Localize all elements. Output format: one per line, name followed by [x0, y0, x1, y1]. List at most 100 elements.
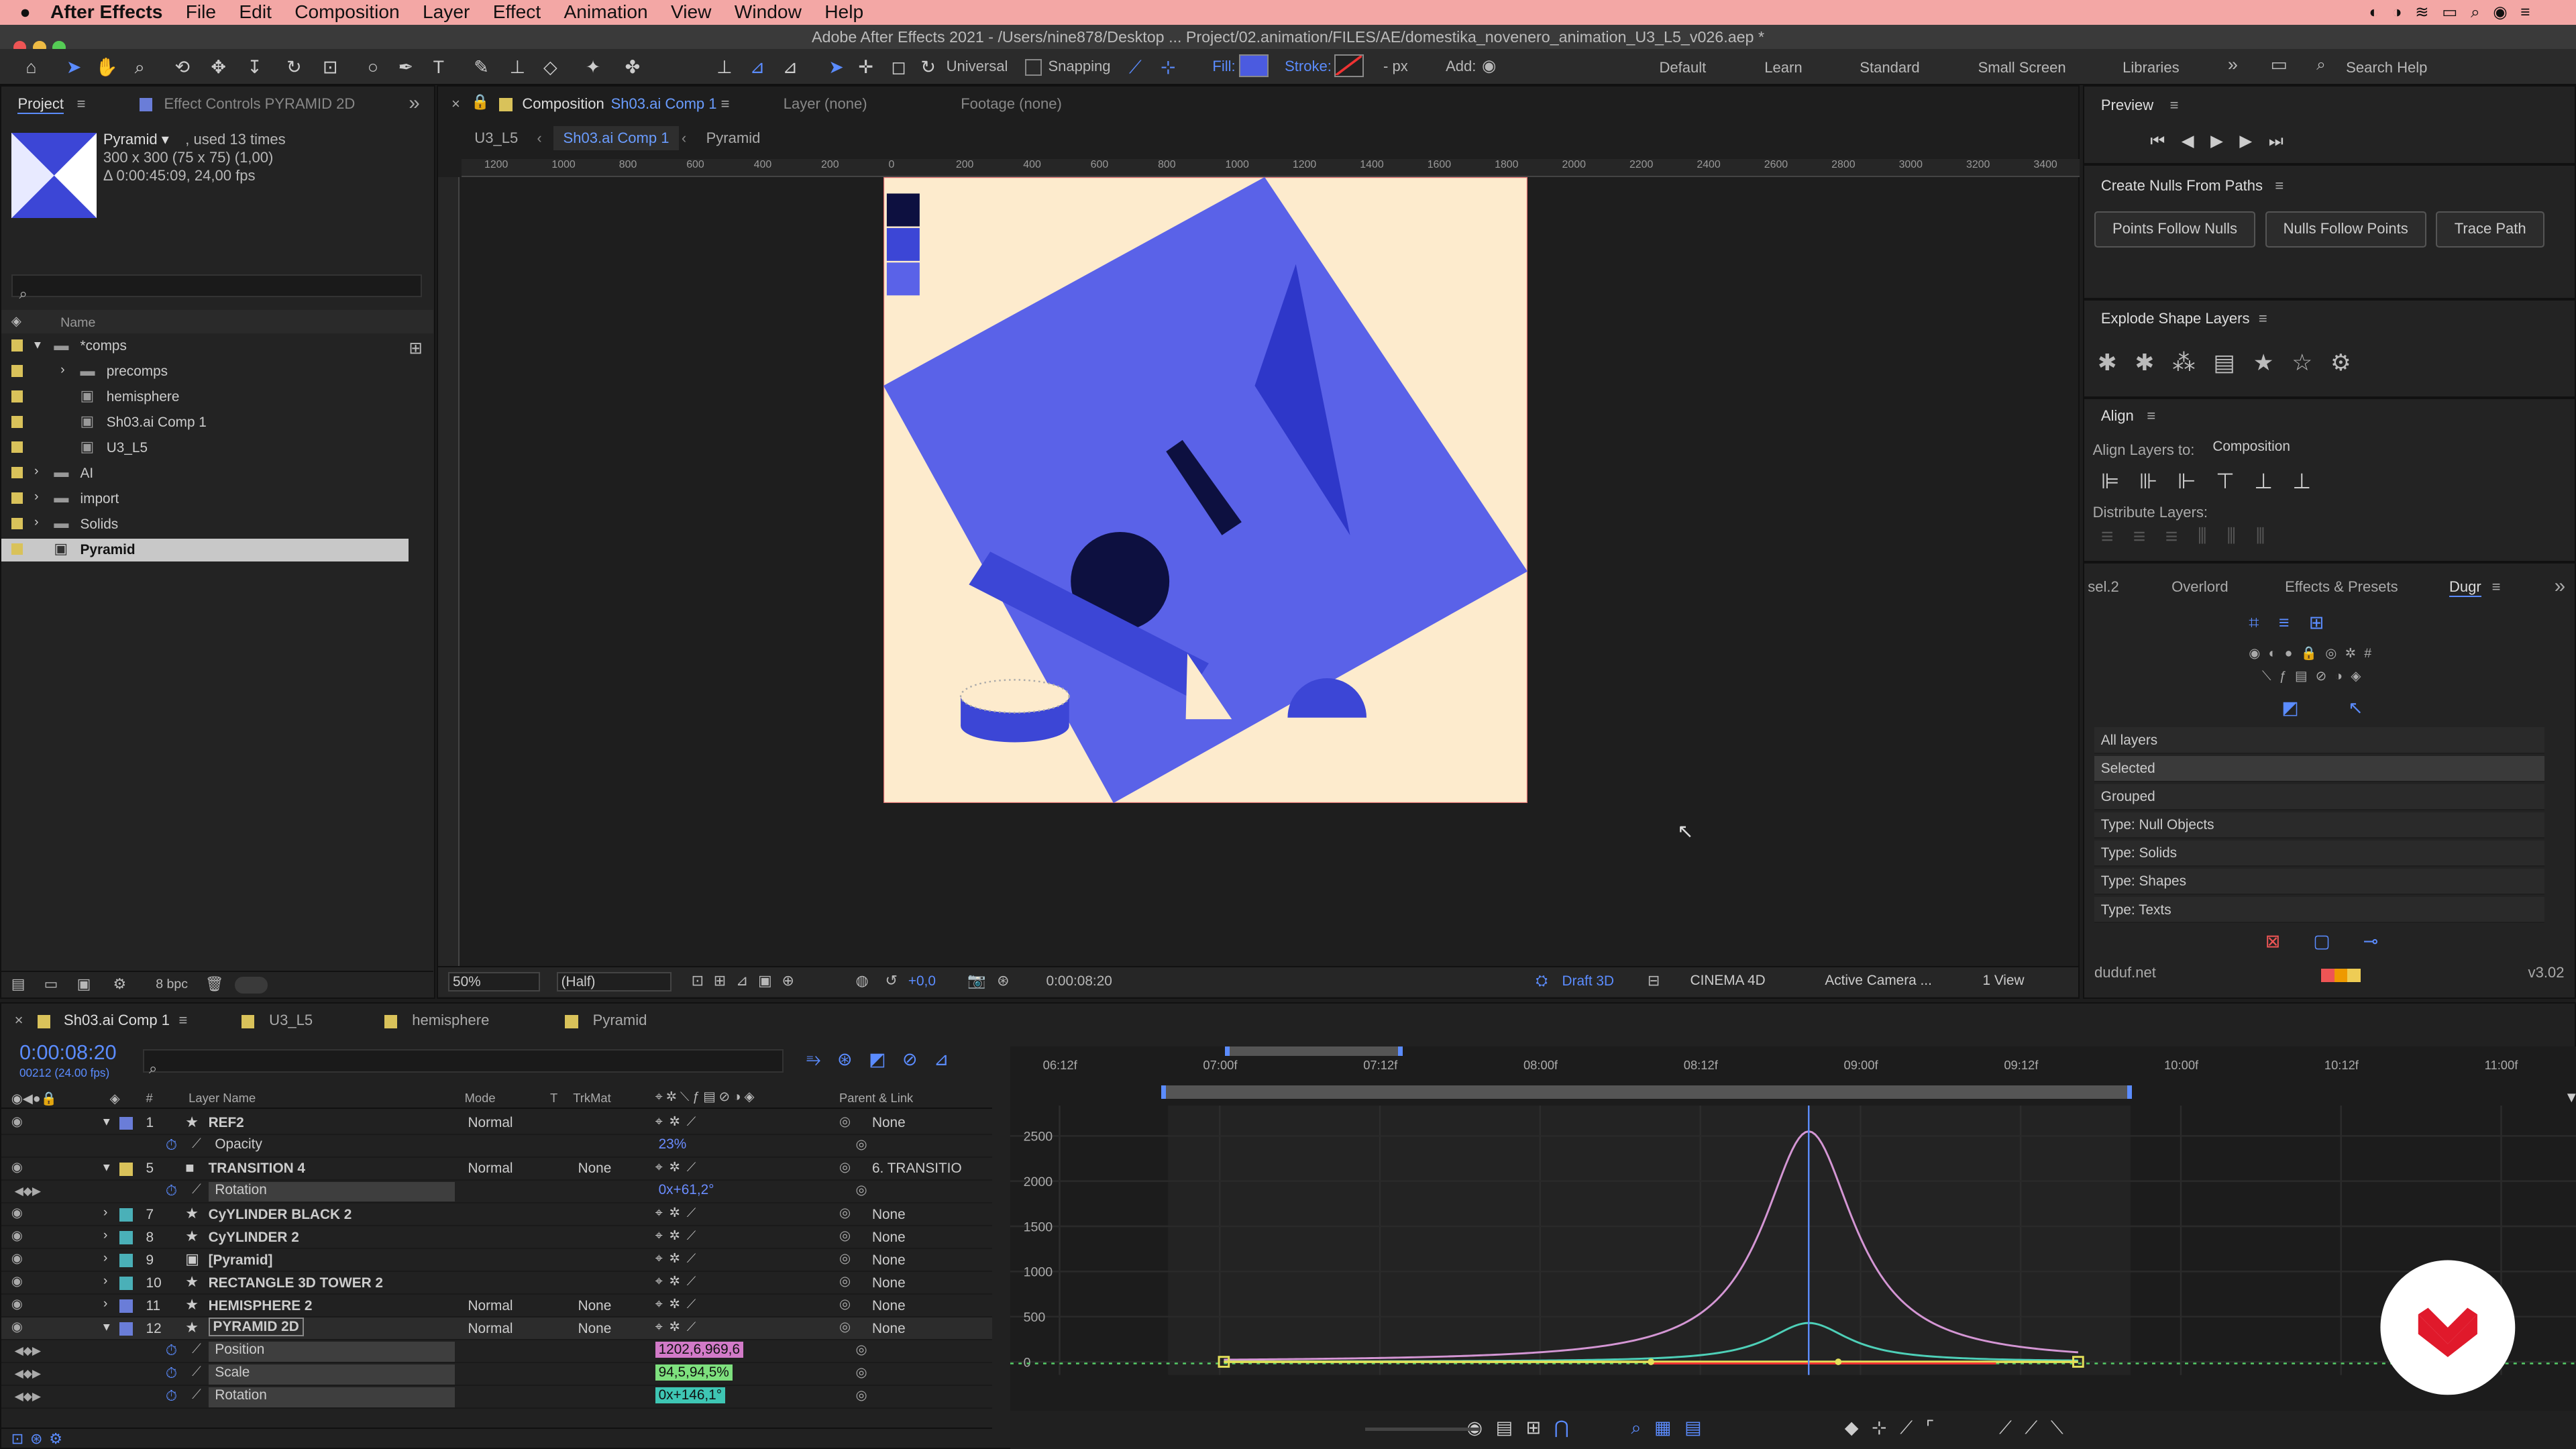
- dugr-list-item[interactable]: Grouped: [2094, 784, 2545, 810]
- more-workspaces-icon[interactable]: »: [2228, 54, 2238, 75]
- tab-footage[interactable]: Footage (none): [961, 95, 1062, 113]
- dugr-top-icons[interactable]: ⌗≡⊞: [2249, 612, 2344, 634]
- dugr-switch-icons[interactable]: ⟍ƒ▤⊘◑◈: [2262, 668, 2369, 684]
- color-channel-icon[interactable]: ◍: [855, 972, 868, 989]
- panel-expand-icon[interactable]: »: [409, 92, 419, 115]
- fill-swatch[interactable]: [1238, 54, 1269, 78]
- parent-dropdown[interactable]: None: [872, 1252, 984, 1269]
- stroke-width[interactable]: - px: [1383, 58, 1408, 75]
- vertical-ruler[interactable]: [438, 177, 460, 966]
- project-search-input[interactable]: ⌕: [11, 274, 422, 302]
- timeline-switch-icons[interactable]: ⥱⊛◩⊘⊿: [806, 1049, 965, 1071]
- bezier-handle[interactable]: [1647, 1358, 1654, 1365]
- visibility-eye-icon[interactable]: ◉: [11, 1296, 23, 1312]
- extended-viewer-icon[interactable]: ⊟: [1648, 972, 1660, 989]
- visibility-eye-icon[interactable]: ◉: [11, 1273, 23, 1289]
- layer-name[interactable]: CyYLINDER BLACK 2: [209, 1207, 352, 1223]
- pickwhip-icon[interactable]: ◎: [855, 1342, 867, 1358]
- dugr-action-icons[interactable]: ◩↖: [2282, 698, 2412, 718]
- graph-toggle-icon[interactable]: ⟋: [192, 1136, 201, 1152]
- breadcrumb-sh03[interactable]: Sh03.ai Comp 1: [553, 126, 680, 150]
- tab-effect-controls[interactable]: Effect Controls PYRAMID 2D: [164, 95, 355, 113]
- project-item[interactable]: ▾ ▬ *comps: [1, 335, 409, 358]
- axis-world-icon[interactable]: ⊿: [746, 56, 769, 78]
- label-color[interactable]: [119, 1254, 133, 1267]
- label-color[interactable]: [119, 1231, 133, 1244]
- dugr-menu-icon[interactable]: ≡: [2492, 578, 2501, 596]
- work-area-bar[interactable]: [1225, 1046, 1403, 1057]
- graph-view-icons[interactable]: ◉▤⊞⋂: [1466, 1417, 1582, 1438]
- delete-icon[interactable]: 🗑: [205, 975, 224, 993]
- pickwhip-icon[interactable]: ◎: [839, 1205, 851, 1221]
- workspace-standard[interactable]: Standard: [1860, 59, 1919, 76]
- view-options-icons[interactable]: ⊡⊞⊿▣⊕: [692, 972, 804, 989]
- dugr-list-item[interactable]: Type: Shapes: [2094, 869, 2545, 896]
- axis-local-icon[interactable]: ⊥: [713, 56, 736, 78]
- disclosure-arrow-icon[interactable]: ▾: [103, 1114, 110, 1130]
- property-value[interactable]: 23%: [655, 1136, 690, 1152]
- stopwatch-icon[interactable]: ⏱: [166, 1342, 177, 1359]
- pickwhip-icon[interactable]: ◎: [839, 1228, 851, 1244]
- menu-window[interactable]: Window: [735, 1, 802, 23]
- label-color[interactable]: [11, 416, 23, 428]
- eraser-tool-icon[interactable]: ◇: [539, 56, 561, 78]
- property-value[interactable]: 0x+61,2°: [655, 1182, 718, 1198]
- menu-animation[interactable]: Animation: [564, 1, 647, 23]
- visibility-eye-icon[interactable]: ◉: [11, 1228, 23, 1244]
- comp-menu-icon[interactable]: ≡: [721, 95, 730, 113]
- layer-switch-icons[interactable]: ⌖✲⟋: [655, 1205, 702, 1221]
- visibility-eye-icon[interactable]: ◉: [11, 1114, 23, 1130]
- select-3d-icon[interactable]: ➤: [824, 56, 847, 78]
- visibility-eye-icon[interactable]: ◉: [11, 1205, 23, 1221]
- universal-label[interactable]: Universal: [947, 58, 1008, 75]
- graph-toggle-icon[interactable]: ⟋: [192, 1364, 201, 1380]
- pickwhip-icon[interactable]: ◎: [839, 1319, 851, 1335]
- layer-switch-icons[interactable]: ⌖✲⟋: [655, 1159, 702, 1175]
- new-folder-icon[interactable]: ▭: [44, 975, 58, 993]
- name-column-header[interactable]: Name: [60, 315, 95, 331]
- project-item[interactable]: › ▬ AI: [1, 462, 409, 485]
- timeline-tab-u3l5[interactable]: U3_L5: [269, 1012, 313, 1029]
- pickwhip-icon[interactable]: ◎: [839, 1296, 851, 1312]
- comp-canvas[interactable]: [883, 177, 1528, 804]
- project-settings-icon[interactable]: ⚙: [113, 975, 127, 993]
- tab-sel2[interactable]: sel.2: [2088, 578, 2119, 596]
- label-color[interactable]: [11, 518, 23, 530]
- label-color[interactable]: [11, 390, 23, 402]
- breadcrumb-u3l5[interactable]: U3_L5: [474, 129, 518, 147]
- dugr-list-item[interactable]: Selected: [2094, 755, 2545, 782]
- draft-3d-label[interactable]: Draft 3D: [1562, 973, 1614, 989]
- label-color[interactable]: [119, 1322, 133, 1336]
- parent-dropdown[interactable]: None: [872, 1321, 984, 1337]
- layer-row[interactable]: ◉ › 7 ★ CyYLINDER BLACK 2 ⌖✲⟋ ◎ None: [1, 1203, 992, 1226]
- lock-icon[interactable]: 🔒: [471, 93, 489, 111]
- layer-switch-icons[interactable]: ⌖✲⟋: [655, 1228, 702, 1244]
- workspace-menu-icon[interactable]: ▭: [2271, 54, 2288, 75]
- blend-mode-dropdown[interactable]: Normal: [468, 1321, 513, 1337]
- home-icon[interactable]: ⌂: [19, 56, 42, 78]
- menu-file[interactable]: File: [186, 1, 216, 23]
- graph-ease-icons[interactable]: ⟋⟋⟍: [1999, 1417, 2076, 1439]
- time-ruler[interactable]: 06:12f 07:00f 07:12f 08:00f 08:12f 09:00f 09:1…: [1010, 1058, 2576, 1077]
- zoom-slider[interactable]: [1364, 1427, 1481, 1431]
- pickwhip-icon[interactable]: ◎: [855, 1136, 867, 1152]
- panel-more-icon[interactable]: »: [2555, 575, 2565, 598]
- layer-name[interactable]: RECTANGLE 3D TOWER 2: [209, 1275, 383, 1291]
- interpret-footage-icon[interactable]: ▤: [11, 975, 25, 993]
- workspace-libraries[interactable]: Libraries: [2123, 59, 2180, 76]
- project-item[interactable]: › ▬ precomps: [1, 360, 409, 383]
- layer-name[interactable]: REF2: [209, 1115, 244, 1131]
- menu-app-name[interactable]: After Effects: [50, 1, 162, 23]
- layer-row[interactable]: ◉ ▾ 1 ★ REF2 Normal ⌖✲⟋ ◎ None: [1, 1112, 992, 1135]
- parent-dropdown[interactable]: 6. TRANSITIO: [872, 1161, 984, 1177]
- layer-switch-icons[interactable]: ⌖✲⟋: [655, 1319, 702, 1335]
- label-color[interactable]: [11, 492, 23, 504]
- playback-controls[interactable]: ⏮◀▶▶⏭: [2150, 131, 2300, 151]
- label-color[interactable]: [11, 339, 23, 352]
- puppet-tool-icon[interactable]: ✤: [621, 56, 644, 78]
- snap-edge-icon[interactable]: ⟋: [1124, 56, 1146, 78]
- workspace-small-screen[interactable]: Small Screen: [1978, 59, 2066, 76]
- layer-switch-icons[interactable]: ⌖✲⟋: [655, 1296, 702, 1312]
- horizontal-ruler[interactable]: 1200 1000 800 600 400 200 0 200 400 600 800 1000 120…: [461, 159, 2080, 178]
- view-layout-dropdown[interactable]: 1 View: [1980, 972, 2068, 991]
